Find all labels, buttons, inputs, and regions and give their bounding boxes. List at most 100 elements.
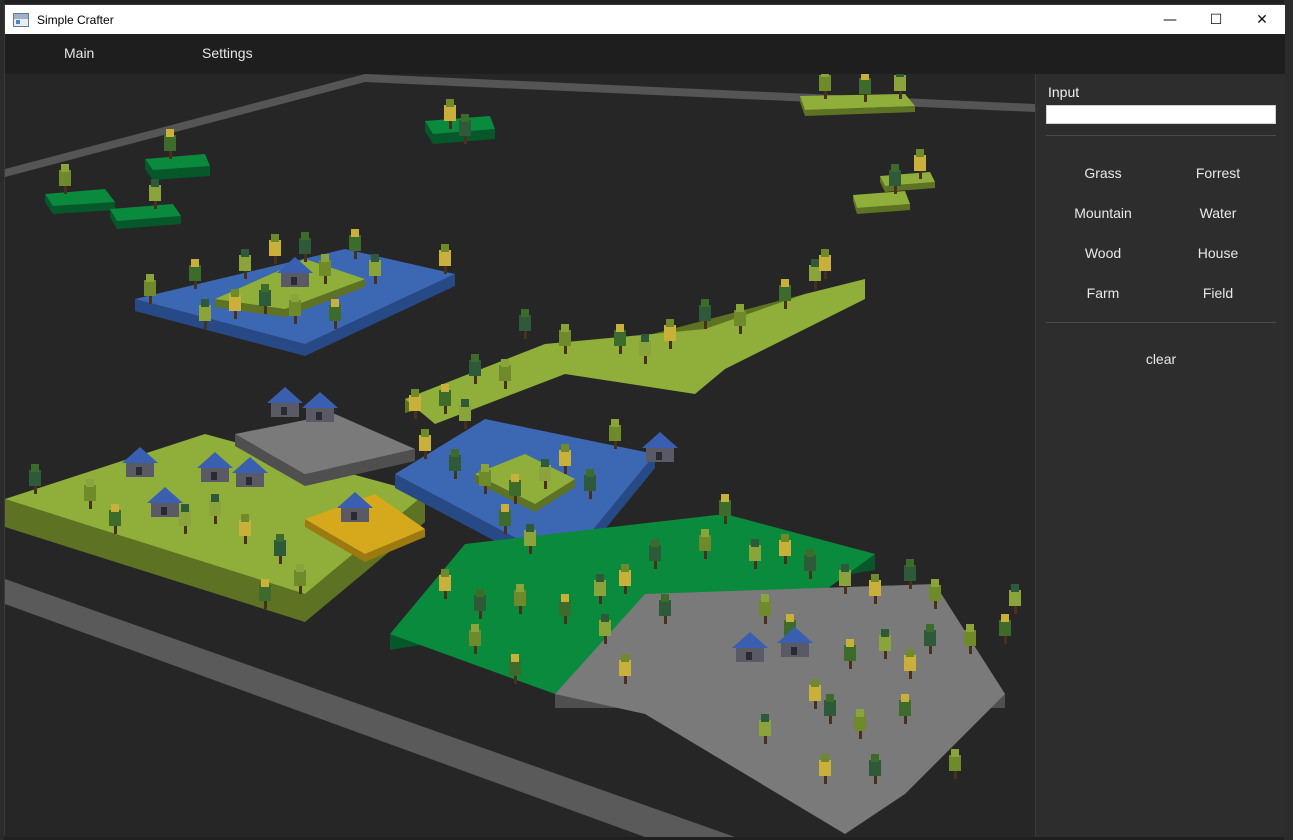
tree-canopy-top	[761, 714, 769, 722]
tree-canopy-top	[441, 244, 449, 252]
house-door	[161, 507, 167, 515]
tree-canopy-top	[821, 74, 829, 77]
menu-settings[interactable]: Settings	[202, 45, 253, 61]
tree-canopy-top	[881, 629, 889, 637]
tree-canopy	[699, 305, 711, 321]
tree-canopy	[719, 500, 731, 516]
tree-canopy-top	[61, 164, 69, 172]
tree-canopy-top	[321, 254, 329, 262]
tree-canopy-top	[806, 549, 814, 557]
mountain-button[interactable]: Mountain	[1048, 198, 1158, 228]
tree-canopy	[869, 580, 881, 596]
tree-canopy-top	[451, 449, 459, 457]
tree-canopy	[499, 510, 511, 526]
tree-canopy	[419, 435, 431, 451]
tree-canopy	[559, 450, 571, 466]
tree-canopy	[819, 255, 831, 271]
tree-canopy	[469, 630, 481, 646]
tree-canopy-top	[596, 574, 604, 582]
tree-canopy-top	[561, 444, 569, 452]
maximize-button[interactable]: ☐	[1193, 5, 1239, 34]
tree-canopy-top	[781, 279, 789, 287]
tree-canopy-top	[331, 299, 339, 307]
tree-canopy-top	[481, 464, 489, 472]
tree-canopy	[519, 315, 531, 331]
close-button[interactable]: ✕	[1239, 5, 1285, 34]
tree-canopy-top	[441, 384, 449, 392]
tree-canopy	[889, 170, 901, 186]
voxel-scene[interactable]	[5, 74, 1035, 837]
grass-button[interactable]: Grass	[1048, 158, 1158, 188]
wood-button[interactable]: Wood	[1048, 238, 1158, 268]
panel-divider-bottom	[1046, 322, 1276, 323]
tree-canopy-top	[641, 334, 649, 342]
tree-canopy-top	[811, 259, 819, 267]
tree-canopy	[779, 285, 791, 301]
tree-canopy-top	[191, 259, 199, 267]
tree-canopy-top	[511, 474, 519, 482]
tree-canopy	[904, 655, 916, 671]
tree-canopy	[759, 600, 771, 616]
house-door	[291, 277, 297, 285]
tree-canopy-top	[201, 299, 209, 307]
tree-canopy	[949, 755, 961, 771]
tree-canopy-top	[501, 504, 509, 512]
title-bar[interactable]: Simple Crafter — ☐ ✕	[5, 5, 1285, 34]
input-field[interactable]	[1046, 105, 1276, 124]
tree-canopy-top	[411, 389, 419, 397]
tree-canopy-top	[476, 589, 484, 597]
tree-canopy-top	[351, 229, 359, 237]
tree-canopy	[459, 120, 471, 136]
tree-canopy	[649, 545, 661, 561]
tree-canopy-top	[211, 494, 219, 502]
tree-canopy	[329, 305, 341, 321]
field-button[interactable]: Field	[1163, 278, 1273, 308]
tree-canopy	[439, 575, 451, 591]
tree-canopy-top	[906, 649, 914, 657]
grass-ridge	[405, 279, 865, 424]
tree-canopy-top	[541, 459, 549, 467]
tree-canopy-top	[271, 234, 279, 242]
minimize-button[interactable]: —	[1147, 5, 1193, 34]
tree-canopy	[439, 250, 451, 266]
tree-canopy	[559, 330, 571, 346]
house-roof	[302, 392, 338, 408]
menu-bar: Main Settings	[5, 34, 1285, 74]
window-title: Simple Crafter	[37, 12, 114, 27]
tree-canopy	[929, 585, 941, 601]
tree-canopy-top	[146, 274, 154, 282]
tree-canopy-top	[651, 539, 659, 547]
tree-canopy-top	[871, 574, 879, 582]
tree-canopy-top	[781, 534, 789, 542]
clear-button[interactable]: clear	[1096, 344, 1226, 374]
tree-canopy-top	[471, 624, 479, 632]
window-controls: — ☐ ✕	[1147, 5, 1285, 34]
tree-canopy-top	[151, 179, 159, 187]
tree-canopy	[664, 325, 676, 341]
menu-main[interactable]: Main	[64, 45, 94, 61]
tree-canopy-top	[261, 579, 269, 587]
tree-canopy	[1009, 590, 1021, 606]
tree-canopy-top	[871, 754, 879, 762]
forrest-button[interactable]: Forrest	[1163, 158, 1273, 188]
tree-canopy-top	[821, 249, 829, 257]
tree-canopy-top	[521, 309, 529, 317]
tree-canopy	[229, 295, 241, 311]
tree-canopy-top	[621, 564, 629, 572]
tree-canopy	[844, 645, 856, 661]
tree-canopy	[84, 485, 96, 501]
water-button[interactable]: Water	[1163, 198, 1273, 228]
tree-canopy	[449, 455, 461, 471]
tree-canopy-top	[611, 419, 619, 427]
tree-canopy-top	[616, 324, 624, 332]
farm-button[interactable]: Farm	[1048, 278, 1158, 308]
tree-canopy-top	[846, 639, 854, 647]
3d-viewport[interactable]	[5, 74, 1035, 837]
tree-canopy-top	[811, 679, 819, 687]
house-button[interactable]: House	[1163, 238, 1273, 268]
tree-canopy-top	[31, 464, 39, 472]
tree-canopy-top	[231, 289, 239, 297]
tree-canopy-top	[441, 569, 449, 577]
tree-canopy	[319, 260, 331, 276]
tree-canopy-top	[296, 564, 304, 572]
